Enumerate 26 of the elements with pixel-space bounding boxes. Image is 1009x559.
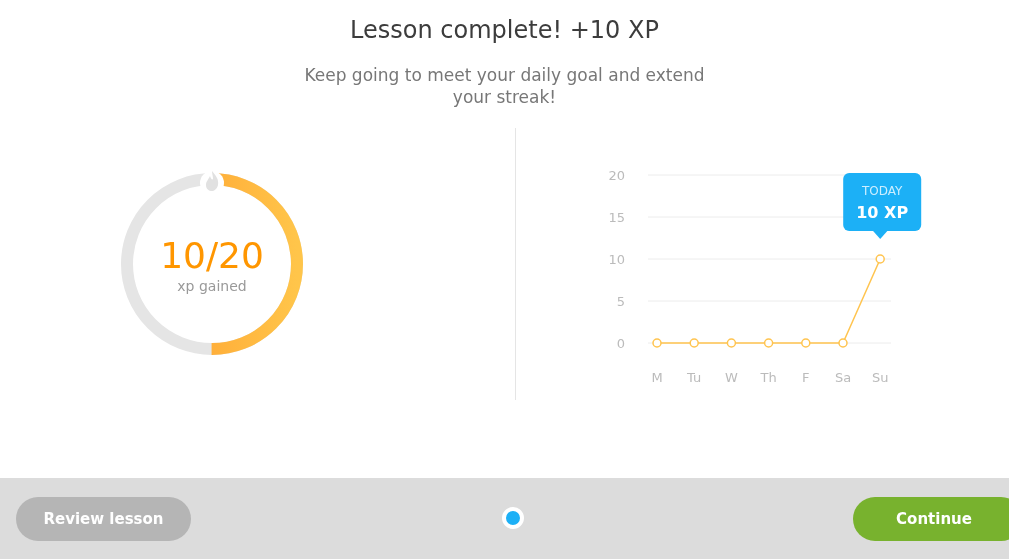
y-tick-label: 0 <box>616 336 625 351</box>
review-button[interactable]: Review lesson <box>16 496 191 541</box>
data-point <box>875 254 885 264</box>
x-tick-label: Sa <box>834 370 852 385</box>
subtitle: Keep going to meet your daily goal and extend your streak! <box>303 64 706 108</box>
data-point <box>652 338 662 348</box>
tooltip-value: 10 XP <box>856 203 909 222</box>
x-tick-label: Su <box>871 370 889 385</box>
data-point <box>763 338 774 348</box>
xp-caption: xp gained <box>177 278 247 294</box>
data-point <box>726 338 737 348</box>
y-tick-label: 20 <box>608 168 625 183</box>
x-tick-label: Tu <box>687 370 702 385</box>
tooltip-label: TODAY <box>862 184 903 198</box>
y-tick-label: 10 <box>608 252 625 267</box>
y-tick-label: 5 <box>616 294 625 309</box>
x-tick-label: M <box>651 370 663 385</box>
y-tick-label: 15 <box>608 210 625 225</box>
continue-button[interactable]: Continue <box>853 496 1009 541</box>
data-point <box>689 338 699 348</box>
lesson-title: Lesson complete! +10 XP <box>350 16 659 44</box>
data-point <box>801 338 811 348</box>
x-tick-label: F <box>802 370 810 385</box>
x-tick-label: W <box>724 370 738 385</box>
x-tick-label: Th <box>760 370 777 385</box>
data-point <box>838 338 848 348</box>
